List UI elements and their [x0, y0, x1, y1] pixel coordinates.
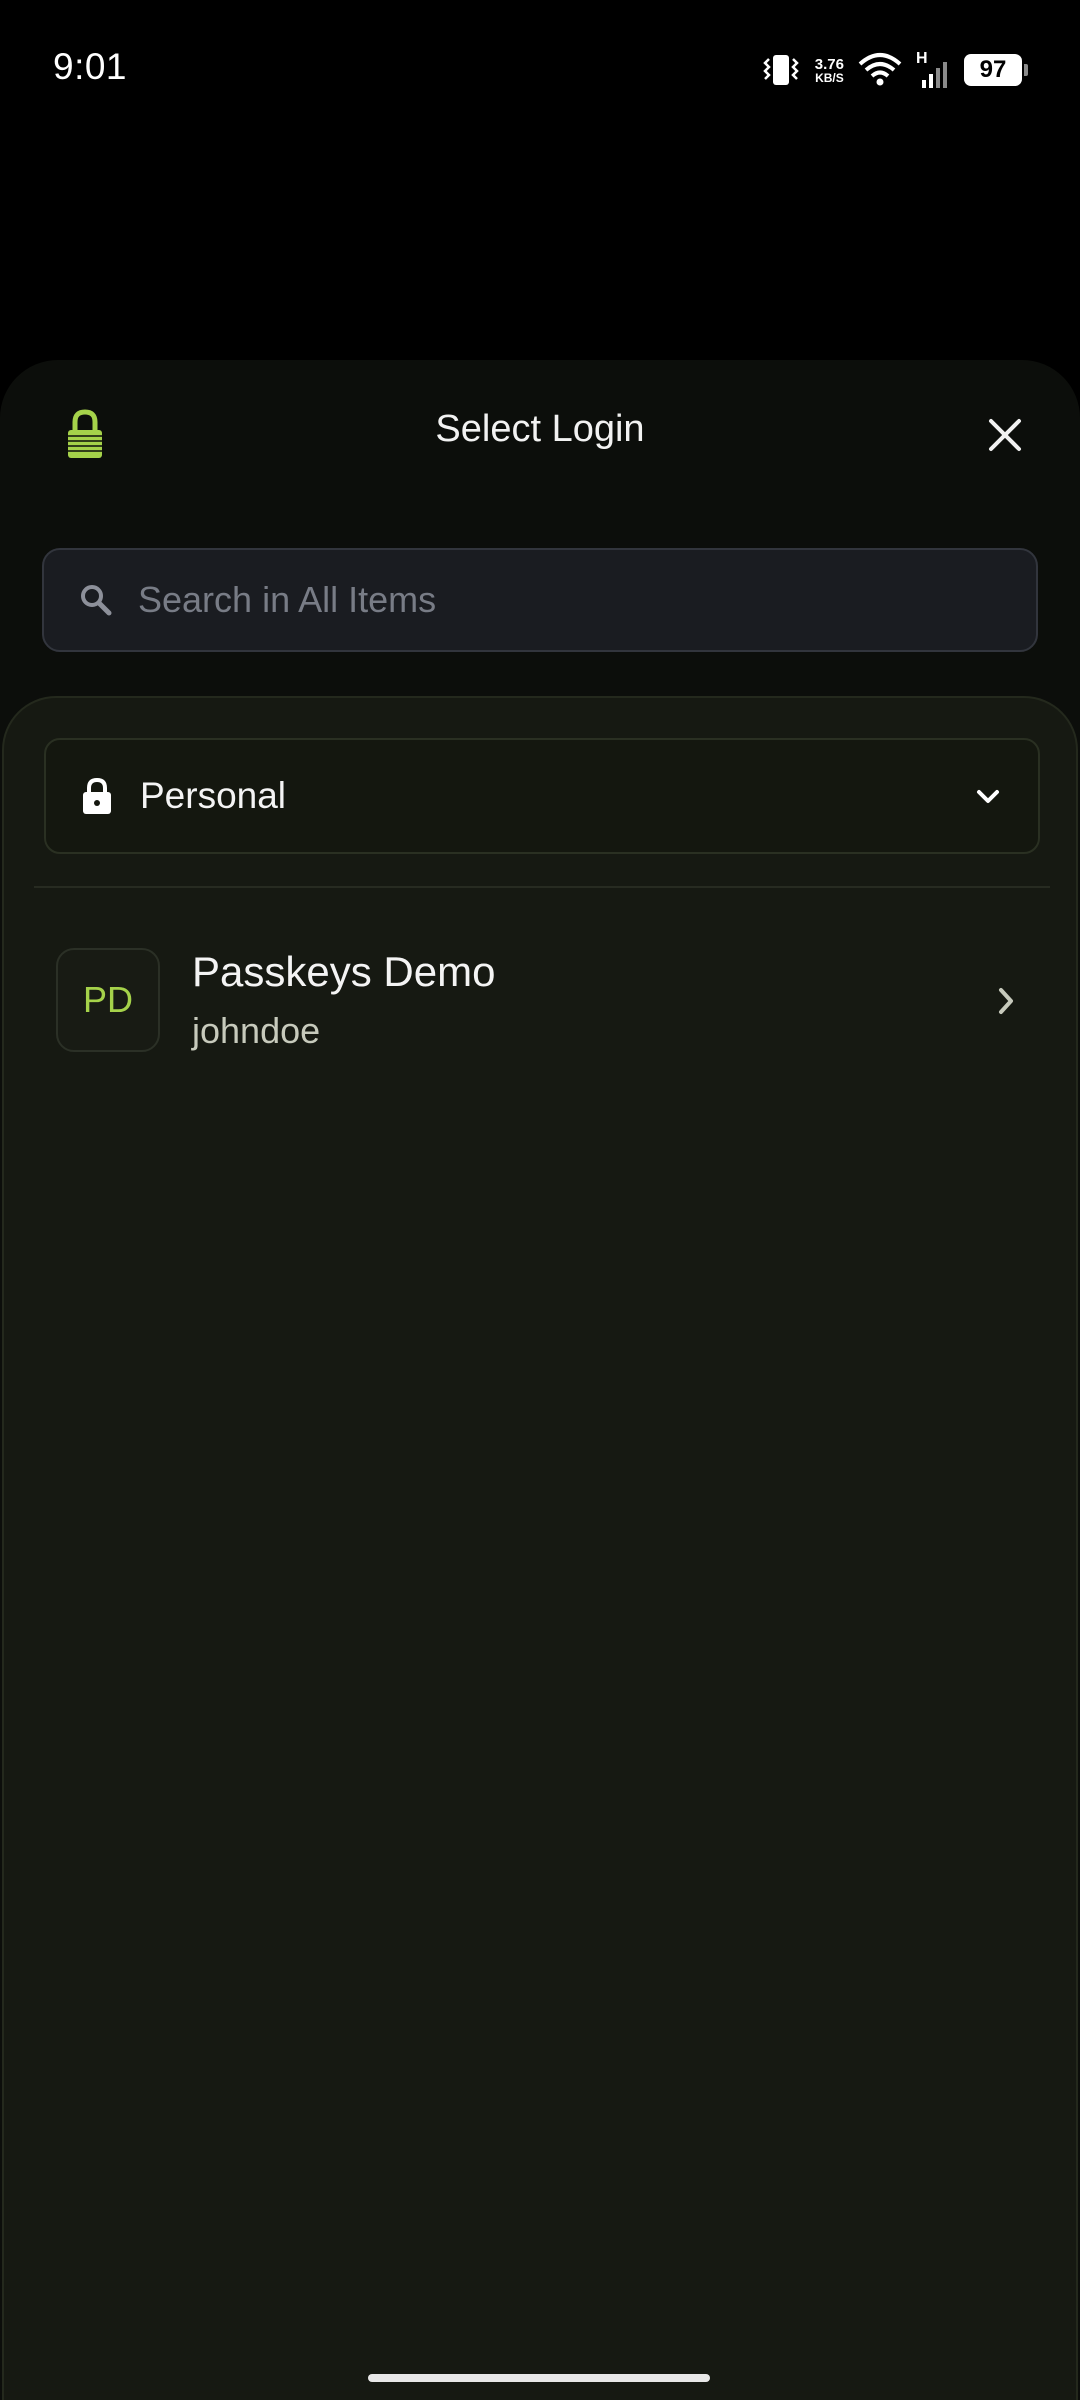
chevron-down-icon [977, 790, 999, 803]
net-speed-value: 3.76 [814, 55, 844, 73]
net-speed: 3.76 KB/S [815, 57, 844, 84]
list-item[interactable]: PD Passkeys Demo johndoe [4, 914, 1080, 1064]
status-bar: 9:01 3.76 KB/S H 97 [0, 0, 1080, 140]
search-input[interactable] [138, 560, 1036, 640]
battery-icon: 97 [964, 54, 1028, 86]
items-panel: Personal PD Passkeys Demo johndoe [2, 696, 1078, 2400]
search-icon [81, 585, 112, 616]
sheet-title: Select Login [435, 408, 645, 450]
item-subtitle: johndoe [192, 1010, 321, 1051]
vault-selector[interactable]: Personal [44, 738, 1040, 854]
select-login-sheet: Select Login P [0, 360, 1080, 2400]
signal-group: H [916, 50, 950, 90]
item-avatar: PD [56, 948, 160, 1052]
home-indicator[interactable] [368, 2374, 710, 2382]
status-icons: 3.76 KB/S H 97 [761, 48, 1028, 92]
screen: 9:01 3.76 KB/S H 97 Select Login Search … [0, 0, 1080, 2400]
divider [34, 886, 1050, 888]
item-title: Passkeys Demo [192, 948, 496, 995]
lock-icon [83, 777, 111, 814]
close-button[interactable] [982, 412, 1028, 458]
vibrate-icon [763, 55, 799, 85]
wifi-icon [858, 53, 902, 86]
chevron-right-icon [999, 988, 1013, 1014]
signal-icon [922, 62, 947, 88]
sheet-header: Select Login [0, 360, 1080, 510]
net-speed-unit: KB/S [815, 70, 844, 85]
search-box[interactable] [42, 548, 1038, 652]
vault-label: Personal [140, 775, 287, 816]
status-time: 9:01 [53, 46, 128, 87]
close-icon [989, 419, 1021, 451]
